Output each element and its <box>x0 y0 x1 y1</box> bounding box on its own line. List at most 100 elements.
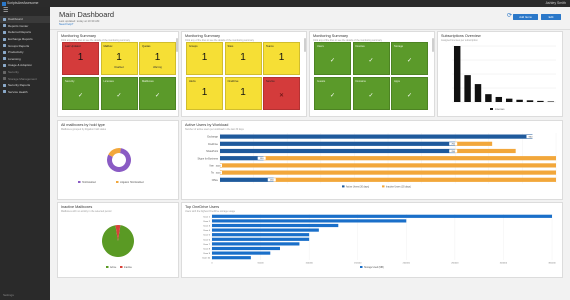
category-label: User 1 <box>204 215 211 218</box>
monitor-tile-guests[interactable]: Guests ✓ <box>314 76 351 110</box>
monitor-tile-devices[interactable]: Devices ✓ <box>352 42 390 75</box>
bar-user-9[interactable] <box>212 251 271 255</box>
edit-button[interactable]: Edit <box>541 13 561 20</box>
bar-user-1[interactable] <box>212 214 552 218</box>
panel-title: Subscriptions Overview <box>441 34 481 38</box>
sidebar-item-security-reports[interactable]: Security Reports <box>0 82 50 89</box>
monitor-tile-onedrive[interactable]: OneDrive 1 <box>224 76 262 110</box>
monitor-tile-apps[interactable]: Apps ✓ <box>391 76 428 110</box>
bar-user-5[interactable] <box>212 233 310 237</box>
scrollbar[interactable] <box>175 38 178 52</box>
sidebar-item-usage-adoption[interactable]: Usage & Adoption <box>0 62 50 69</box>
monitor-tile-service[interactable]: Service ✕ <box>263 76 300 110</box>
tile-label: Teams <box>266 45 274 48</box>
sidebar-item-service-health[interactable]: Service Health <box>0 89 50 96</box>
panel-title: Monitoring Summary <box>61 34 97 38</box>
monitor-tile-last-updated[interactable]: Last Updated 1 <box>62 42 99 75</box>
page-header: Main Dashboard Last updated: today at 10… <box>50 7 570 29</box>
x-tick-label: 150000 <box>354 263 362 265</box>
sidebar-item-productivity[interactable]: Productivity <box>0 49 50 56</box>
category-label: User 5 <box>204 234 211 237</box>
bar-skype-for-business-inactive-users-30-days[interactable] <box>263 156 556 161</box>
x-tick-label: 350000 <box>548 263 556 265</box>
monitor-tile-teams[interactable]: Teams 1 <box>263 42 300 75</box>
bar-user-4[interactable] <box>212 228 319 232</box>
data-label: 1000 <box>216 173 222 175</box>
sidebar-item-label: Usage & Adoption <box>8 63 33 68</box>
bar-j[interactable] <box>547 101 555 102</box>
top-onedrive-users-panel: Top OneDrive Users Users with the highes… <box>181 202 563 278</box>
monitor-tile-mailboxes[interactable]: Mailboxes ✓ <box>139 76 176 110</box>
bar-office-active-users-30-days[interactable] <box>220 177 274 182</box>
sidebar-item-dashboard[interactable]: Dashboard <box>0 16 50 23</box>
bar-g[interactable] <box>516 99 523 102</box>
panel-title: Monitoring Summary <box>185 34 221 38</box>
tile-label: Apps <box>394 79 400 83</box>
sidebar-footer[interactable]: Settings <box>3 293 14 297</box>
help-link[interactable]: Need help? <box>59 22 73 26</box>
licensing-icon <box>3 57 6 61</box>
sidebar-item-reports-center[interactable]: Reports Center <box>0 23 50 30</box>
deferred-reports-icon <box>3 30 6 34</box>
monitor-tile-quotas[interactable]: Quotas 1 Warning <box>139 42 176 75</box>
bar-user-3[interactable] <box>212 223 339 228</box>
sidebar-item-label: Productivity <box>8 50 24 55</box>
monitor-tile-domains[interactable]: Domains ✓ <box>352 76 390 110</box>
sidebar-item-label: Exchange Reports <box>8 37 33 42</box>
tile-label: Users <box>317 45 324 48</box>
panel-title: Top OneDrive Users <box>185 205 220 209</box>
bar-skype-for-business-active-users-30-days[interactable] <box>220 156 264 161</box>
monitor-tile-security[interactable]: Security ✓ <box>62 76 99 110</box>
bar-user-10[interactable] <box>212 256 251 260</box>
slice-litigation-hold-enabled[interactable] <box>108 148 121 157</box>
check-icon: ✓ <box>368 92 374 99</box>
bar-office-inactive-users-30-days[interactable] <box>273 177 556 182</box>
sidebar-item-label: Groups Reports <box>8 43 30 48</box>
mailbox-hold-panel: All mailboxes by hold type Mailboxes gro… <box>57 120 179 200</box>
bar-i[interactable] <box>537 100 544 102</box>
security-reports-icon <box>3 83 6 87</box>
bar-onedrive-inactive-users-30-days[interactable] <box>455 141 493 146</box>
sidebar-item-exchange-reports[interactable]: Exchange Reports <box>0 36 50 43</box>
bar-user-6[interactable] <box>212 237 310 241</box>
monitor-tile-groups[interactable]: Groups 1 <box>186 42 223 75</box>
bar-sharepoint-active-users-30-days[interactable] <box>220 148 456 154</box>
bar-c[interactable] <box>474 84 482 102</box>
bar-sharepoint-inactive-users-30-days[interactable] <box>455 148 516 154</box>
scrollbar[interactable] <box>303 38 306 52</box>
menu-icon[interactable]: ☰ <box>0 7 50 16</box>
bar-a[interactable] <box>453 46 461 102</box>
sidebar-item-licensing[interactable]: Licensing <box>0 56 50 63</box>
app-name: ScriptsAreAwesome <box>7 1 39 5</box>
exchange-reports-icon <box>3 37 6 41</box>
bar-user-8[interactable] <box>212 246 280 251</box>
user-name[interactable]: Ashley Smith <box>546 0 566 7</box>
tile-value: 1 <box>240 52 246 63</box>
sidebar-item-storage-management[interactable]: Storage Management <box>0 75 50 82</box>
service-health-icon <box>3 90 6 94</box>
scrollbar[interactable] <box>431 38 434 52</box>
bar-onedrive-active-users-30-days[interactable] <box>220 141 456 146</box>
sidebar-item-groups-reports[interactable]: Groups Reports <box>0 42 50 49</box>
monitor-tile-alerts[interactable]: Alerts 1 <box>186 76 223 110</box>
bar-e[interactable] <box>495 96 503 102</box>
bar-user-2[interactable] <box>212 219 407 223</box>
monitor-tile-mailbox[interactable]: Mailbox 1 Disabled <box>100 42 138 75</box>
sidebar-item-security[interactable]: Security <box>0 69 50 76</box>
bar-user-7[interactable] <box>212 242 300 246</box>
bar-exchange-active-users-30-days[interactable] <box>220 134 533 139</box>
add-items-button[interactable]: Add Items <box>513 13 538 20</box>
bar-b[interactable] <box>464 75 471 102</box>
bar-teams-inactive-users-30-days[interactable] <box>220 170 556 175</box>
bar-h[interactable] <box>526 100 534 102</box>
bar-d[interactable] <box>485 94 492 102</box>
monitor-tile-sites[interactable]: Sites 1 <box>224 42 262 75</box>
monitor-tile-licenses[interactable]: Licenses ✓ <box>100 76 138 110</box>
monitor-tile-storage[interactable]: Storage ✓ <box>391 42 428 75</box>
monitor-tile-users[interactable]: Users ✓ <box>314 42 351 75</box>
sidebar-item-deferred-reports[interactable]: Deferred Reports <box>0 29 50 36</box>
category-label: User 4 <box>204 229 211 232</box>
bar-yammer-inactive-users-30-days[interactable] <box>220 163 556 168</box>
bar-f[interactable] <box>505 98 513 102</box>
refresh-icon[interactable]: ⟳ <box>507 12 512 19</box>
